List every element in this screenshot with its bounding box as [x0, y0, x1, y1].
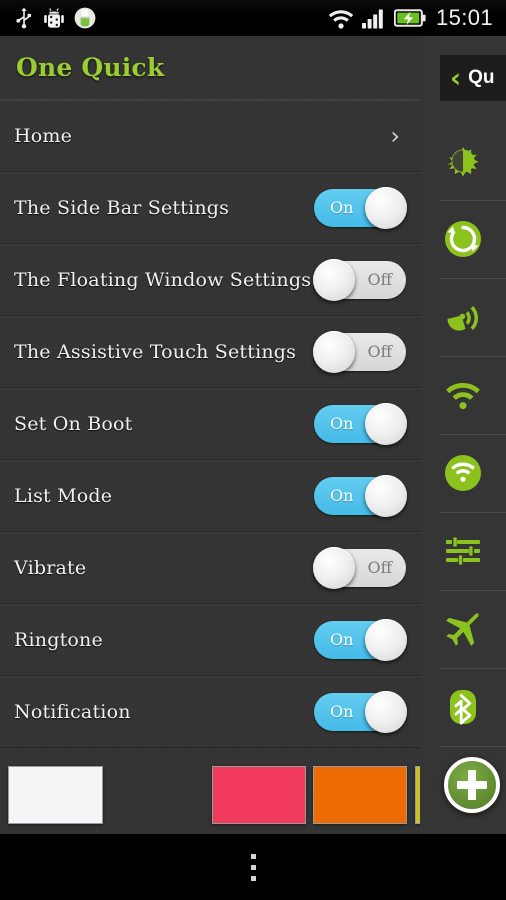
sidebar-item-wifi[interactable]: [420, 356, 506, 434]
toggle-knob: [365, 618, 407, 661]
toggle-side-bar-settings[interactable]: On: [314, 186, 407, 229]
auto-rotate-icon: [445, 221, 481, 257]
list-item-label: Ringtone: [14, 628, 103, 651]
list-item-label: The Floating Window Settings: [14, 268, 312, 291]
status-bar: 15:01: [0, 0, 506, 36]
toggle-state-label: On: [330, 485, 354, 505]
status-bar-right-icons: 15:01: [328, 5, 506, 31]
toggle-knob: [365, 402, 407, 445]
toggle-knob: [365, 690, 407, 733]
list-item-side-bar-settings[interactable]: The Side Bar Settings On: [0, 172, 420, 244]
add-button[interactable]: [444, 757, 500, 813]
list-item-notification[interactable]: Notification On: [0, 676, 420, 748]
swatch-white[interactable]: [8, 766, 103, 824]
toggle-notification[interactable]: On: [314, 690, 407, 733]
list-item-label: Notification: [14, 700, 131, 723]
status-bar-left-icons: [0, 7, 96, 30]
toggle-state-label: On: [330, 629, 354, 649]
list-item-label: Home: [14, 124, 73, 147]
toggle-state-label: Off: [367, 341, 392, 361]
list-item-floating-window-settings[interactable]: The Floating Window Settings Off: [0, 244, 420, 316]
page-title: One Quick: [16, 53, 165, 82]
chevron-right-icon: ›: [390, 121, 400, 150]
plus-icon-vertical: [468, 770, 476, 800]
toggle-list-mode[interactable]: On: [314, 474, 407, 517]
android-debug-icon: [44, 7, 64, 28]
toggle-knob: [365, 474, 407, 517]
sidebar-title: Qu: [468, 67, 495, 88]
menu-dot: [250, 875, 256, 881]
list-item-list-mode[interactable]: List Mode On: [0, 460, 420, 532]
main-panel: One Quick Home › The Side Bar Settings O…: [0, 36, 420, 834]
overflow-menu-button[interactable]: [250, 853, 256, 881]
list-item-ringtone[interactable]: Ringtone On: [0, 604, 420, 676]
sidebar-item-hotspot[interactable]: [420, 434, 506, 512]
toggle-vibrate[interactable]: Off: [313, 546, 406, 589]
toggle-state-label: Off: [367, 269, 392, 289]
list-item-label: Set On Boot: [14, 412, 133, 435]
swatch-pink[interactable]: [212, 766, 306, 824]
list-item-vibrate[interactable]: Vibrate Off: [0, 532, 420, 604]
bluetooth-icon: [450, 690, 476, 725]
list-item-assistive-touch-settings[interactable]: The Assistive Touch Settings Off: [0, 316, 420, 388]
swatch-orange[interactable]: [313, 766, 407, 824]
cellular-signal-icon: [361, 9, 383, 28]
system-navigation-bar: [0, 834, 506, 900]
back-chevron-icon[interactable]: ‹: [450, 65, 461, 92]
sidebar-item-airplane-mode[interactable]: [420, 590, 506, 668]
wifi-icon: [328, 9, 354, 29]
sidebar-item-bluetooth[interactable]: [420, 668, 506, 746]
wifi-icon: [446, 382, 480, 410]
sidebar-item-equalizer[interactable]: [420, 512, 506, 590]
status-bar-clock: 15:01: [435, 5, 493, 30]
menu-dot: [250, 853, 256, 859]
sidebar-item-brightness[interactable]: [420, 122, 506, 200]
gps-icon: [447, 306, 479, 331]
equalizer-icon: [446, 537, 480, 565]
toggle-state-label: On: [330, 413, 354, 433]
usb-icon: [16, 7, 31, 29]
sidebar-header[interactable]: ‹ Qu: [440, 55, 506, 101]
toggle-floating-window-settings[interactable]: Off: [313, 258, 406, 301]
toggle-set-on-boot[interactable]: On: [314, 402, 407, 445]
list-item-label: The Assistive Touch Settings: [14, 340, 297, 363]
airplane-mode-icon: [446, 612, 480, 646]
toggle-knob: [313, 258, 355, 301]
sidebar-icon-list: [420, 122, 506, 824]
app-header: One Quick: [0, 36, 420, 100]
hotspot-icon: [445, 455, 481, 491]
toggle-knob: [313, 330, 355, 373]
navbar-shadow: [0, 834, 506, 837]
toggle-ringtone[interactable]: On: [314, 618, 407, 661]
brightness-icon: [447, 147, 479, 177]
color-swatch-strip: [0, 756, 420, 834]
list-item-label: Vibrate: [14, 556, 87, 579]
toggle-knob: [365, 186, 407, 229]
sidebar-item-auto-rotate[interactable]: [420, 200, 506, 278]
toggle-state-label: On: [330, 197, 354, 217]
quick-settings-sidebar: ‹ Qu: [420, 36, 506, 834]
menu-dot: [250, 864, 256, 870]
list-item-set-on-boot[interactable]: Set On Boot On: [0, 388, 420, 460]
battery-charging-icon: [393, 9, 426, 27]
list-item-label: The Side Bar Settings: [14, 196, 230, 219]
toggle-state-label: On: [330, 701, 354, 721]
toggle-knob: [313, 546, 355, 589]
sidebar-item-gps[interactable]: [420, 278, 506, 356]
battery-saver-icon: [74, 7, 96, 29]
list-item-home[interactable]: Home ›: [0, 100, 420, 172]
list-item-label: List Mode: [14, 484, 113, 507]
toggle-assistive-touch-settings[interactable]: Off: [313, 330, 406, 373]
phone-screen: 15:01 One Quick Home › The Side Bar Sett…: [0, 0, 506, 900]
toggle-state-label: Off: [367, 557, 392, 577]
